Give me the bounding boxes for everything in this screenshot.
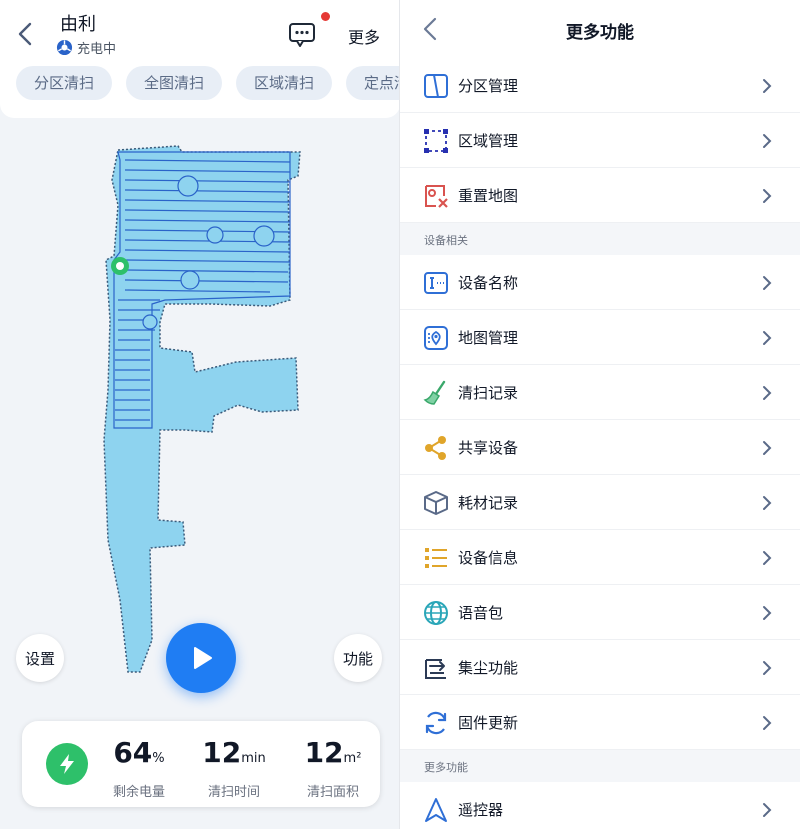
area-unit: m² (343, 751, 362, 766)
time-value: 12 (202, 736, 242, 769)
row-label: 区域管理 (458, 132, 519, 150)
battery-stat: 64% 剩余电量 (104, 736, 174, 801)
row-label: 集尘功能 (458, 659, 519, 677)
chevron-right-icon (763, 79, 772, 93)
page-title: 更多功能 (566, 23, 634, 43)
map-screen: 由利 充电中 更多 分区清扫全图清扫区域清扫定点清扫 (0, 0, 400, 829)
row-consumables[interactable]: 耗材记录 (400, 475, 800, 530)
chevron-right-icon (763, 716, 772, 730)
area-stat: 12m² 清扫面积 (298, 736, 368, 801)
more-functions-screen: 更多功能 分区管理 区域管理 重置地图 设备相关 设备名称 地图管理 清扫记录 … (400, 0, 800, 829)
chevron-right-icon (763, 803, 772, 817)
message-icon[interactable] (288, 22, 316, 48)
start-clean-button[interactable] (166, 623, 236, 693)
chevron-right-icon (763, 331, 772, 345)
chevron-right-icon (763, 551, 772, 565)
reset-map-icon (425, 185, 448, 208)
row-device-info[interactable]: 设备信息 (400, 530, 800, 585)
battery-value: 64 (113, 736, 153, 769)
time-unit: min (241, 751, 266, 766)
row-label: 设备名称 (458, 274, 519, 292)
chevron-right-icon (763, 189, 772, 203)
row-remote-control[interactable]: 遥控器 (400, 782, 800, 829)
row-clean-record[interactable]: 清扫记录 (400, 365, 800, 420)
map-floor (103, 145, 301, 673)
share-icon (425, 436, 446, 460)
notification-dot (321, 12, 330, 21)
chevron-right-icon (763, 661, 772, 675)
chevron-right-icon (763, 441, 772, 455)
chip-area-clean[interactable]: 区域清扫 (236, 66, 333, 100)
row-label: 清扫记录 (458, 384, 519, 402)
row-share-device[interactable]: 共享设备 (400, 420, 800, 475)
row-label: 共享设备 (458, 439, 519, 457)
row-label: 分区管理 (458, 77, 519, 95)
row-zone-manage[interactable]: 分区管理 (400, 58, 800, 113)
more-button[interactable]: 更多 (348, 24, 380, 48)
area-value: 12 (304, 736, 344, 769)
dust-collect-icon (425, 659, 446, 679)
row-area-manage[interactable]: 区域管理 (400, 113, 800, 168)
chip-spot-clean[interactable]: 定点清扫 (346, 66, 400, 100)
row-device-name[interactable]: 设备名称 (400, 255, 800, 310)
section-title: 更多功能 (424, 761, 468, 774)
chevron-right-icon (763, 496, 772, 510)
area-select-icon (424, 129, 448, 153)
chevron-right-icon (763, 386, 772, 400)
row-label: 地图管理 (458, 329, 519, 347)
row-label: 设备信息 (458, 549, 519, 567)
chevron-right-icon (763, 276, 772, 290)
row-map-manage[interactable]: 地图管理 (400, 310, 800, 365)
row-voice-pack[interactable]: 语音包 (400, 585, 800, 640)
remote-icon (425, 798, 447, 822)
cleaning-map (103, 145, 301, 673)
row-label: 遥控器 (458, 801, 504, 819)
update-icon (425, 711, 447, 735)
function-button[interactable]: 功能 (334, 634, 382, 682)
row-label: 固件更新 (458, 714, 519, 732)
section-title: 设备相关 (424, 234, 468, 247)
broom-icon (423, 380, 446, 405)
chip-full-clean[interactable]: 全图清扫 (126, 66, 223, 100)
map-manage-icon (424, 326, 448, 350)
chip-zone-clean[interactable]: 分区清扫 (16, 66, 113, 100)
more-header: 更多功能 (400, 0, 800, 58)
time-stat: 12min 清扫时间 (194, 736, 274, 801)
chevron-right-icon (763, 606, 772, 620)
list-icon (425, 548, 447, 568)
row-firmware-update[interactable]: 固件更新 (400, 695, 800, 750)
row-label: 耗材记录 (458, 494, 519, 512)
settings-button[interactable]: 设置 (16, 634, 64, 682)
section-more: 更多功能 (400, 750, 800, 782)
row-reset-map[interactable]: 重置地图 (400, 168, 800, 223)
name-card-icon (424, 272, 448, 294)
device-name: 由利 (60, 14, 96, 35)
time-label: 清扫时间 (207, 785, 260, 800)
robot-dock-marker (111, 257, 129, 275)
split-rooms-icon (424, 74, 448, 98)
row-dust-collect[interactable]: 集尘功能 (400, 640, 800, 695)
clean-mode-chips: 分区清扫全图清扫区域清扫定点清扫 (16, 66, 400, 100)
row-label: 重置地图 (458, 187, 519, 205)
back-arrow-icon[interactable] (14, 20, 38, 48)
lightning-icon (46, 743, 88, 785)
chevron-right-icon (763, 134, 772, 148)
globe-icon (424, 601, 448, 625)
robot-status-icon (56, 39, 73, 56)
box-icon (424, 491, 448, 515)
play-icon (194, 647, 212, 669)
row-label: 语音包 (458, 604, 504, 622)
device-header: 由利 充电中 更多 分区清扫全图清扫区域清扫定点清扫 (0, 0, 400, 118)
area-label: 清扫面积 (306, 785, 359, 800)
device-status: 充电中 (56, 38, 116, 57)
status-text: 充电中 (77, 42, 117, 57)
battery-label: 剩余电量 (112, 785, 165, 800)
battery-unit: % (152, 751, 165, 766)
section-device: 设备相关 (400, 223, 800, 255)
stats-card: 64% 剩余电量 12min 清扫时间 12m² 清扫面积 (22, 721, 380, 807)
